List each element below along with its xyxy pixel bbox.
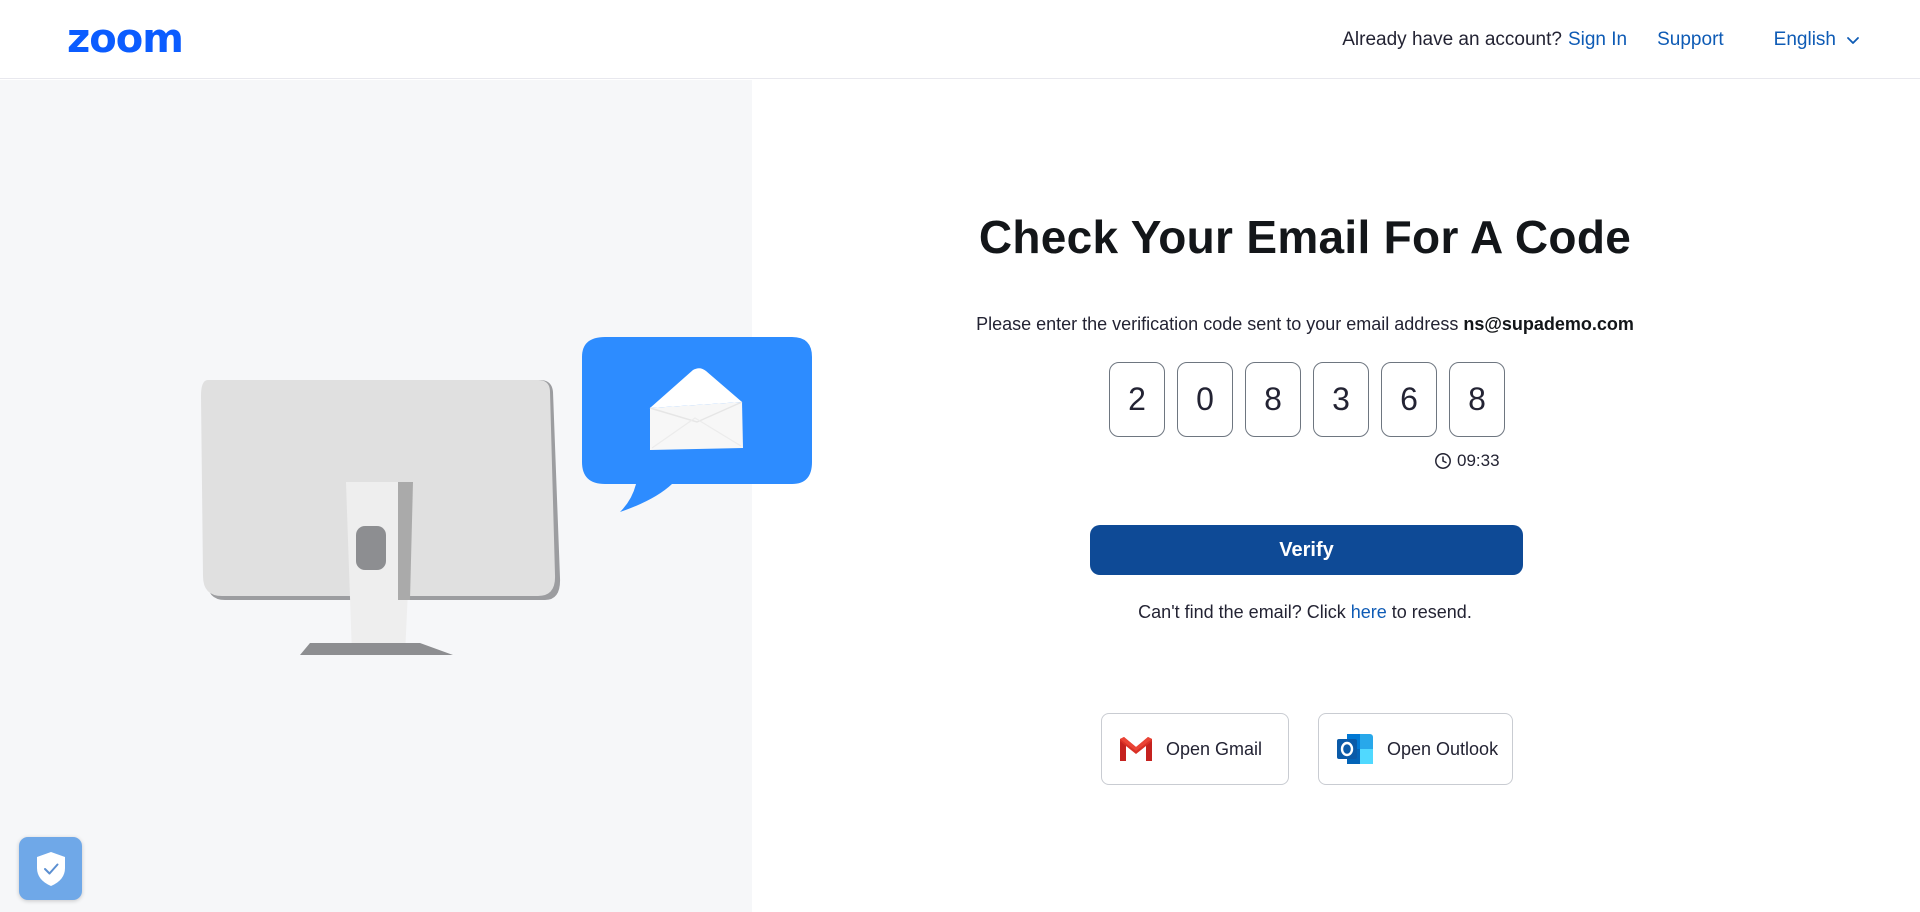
page-title: Check Your Email For A Code xyxy=(978,211,1632,263)
resend-prefix: Can't find the email? Click xyxy=(1138,602,1346,622)
open-outlook-label: Open Outlook xyxy=(1387,738,1499,759)
clock-icon xyxy=(1435,453,1451,469)
gmail-icon xyxy=(1118,735,1154,763)
resend-link[interactable]: here xyxy=(1351,602,1387,622)
code-digit-input[interactable]: 8 xyxy=(1245,362,1301,437)
countdown-timer: 09:33 xyxy=(1434,451,1500,471)
open-gmail-button[interactable]: Open Gmail xyxy=(1101,713,1289,785)
privacy-badge[interactable] xyxy=(19,837,82,900)
support-link[interactable]: Support xyxy=(1657,29,1724,51)
verify-button[interactable]: Verify xyxy=(1090,525,1523,575)
email-address: ns@supademo.com xyxy=(1463,314,1634,334)
verification-panel: Check Your Email For A Code Please enter… xyxy=(752,80,1920,912)
language-label: English xyxy=(1773,28,1836,50)
instruction-prefix: Please enter the verification code sent … xyxy=(976,314,1459,334)
code-digit-input[interactable]: 8 xyxy=(1449,362,1505,437)
already-account-text: Already have an account? xyxy=(1342,28,1562,50)
chevron-down-icon xyxy=(1847,36,1859,44)
illustration-panel xyxy=(0,80,752,912)
code-digit-input[interactable]: 3 xyxy=(1313,362,1369,437)
zoom-logo-text: zoom xyxy=(67,16,184,62)
language-selector[interactable]: English xyxy=(1774,29,1860,51)
instruction-text: Please enter the verification code sent … xyxy=(752,314,1858,335)
open-outlook-button[interactable]: Open Outlook xyxy=(1318,713,1513,785)
open-gmail-label: Open Gmail xyxy=(1166,738,1263,759)
sign-in-link[interactable]: Sign In xyxy=(1568,29,1627,51)
outlook-icon xyxy=(1335,730,1375,768)
resend-suffix: to resend. xyxy=(1391,602,1472,622)
shield-check-icon xyxy=(36,851,65,886)
timer-value: 09:33 xyxy=(1457,451,1500,470)
top-header: zoom Already have an account? Sign In Su… xyxy=(0,0,1920,79)
code-digit-input[interactable]: 2 xyxy=(1109,362,1165,437)
code-input-group: 2 0 8 3 6 8 xyxy=(1109,362,1505,437)
resend-text: Can't find the email? Click here to rese… xyxy=(752,602,1858,623)
header-nav: Already have an account? Sign In Support… xyxy=(1342,0,1860,79)
code-digit-input[interactable]: 6 xyxy=(1381,362,1437,437)
code-digit-input[interactable]: 0 xyxy=(1177,362,1233,437)
zoom-logo[interactable]: zoom xyxy=(67,16,184,62)
